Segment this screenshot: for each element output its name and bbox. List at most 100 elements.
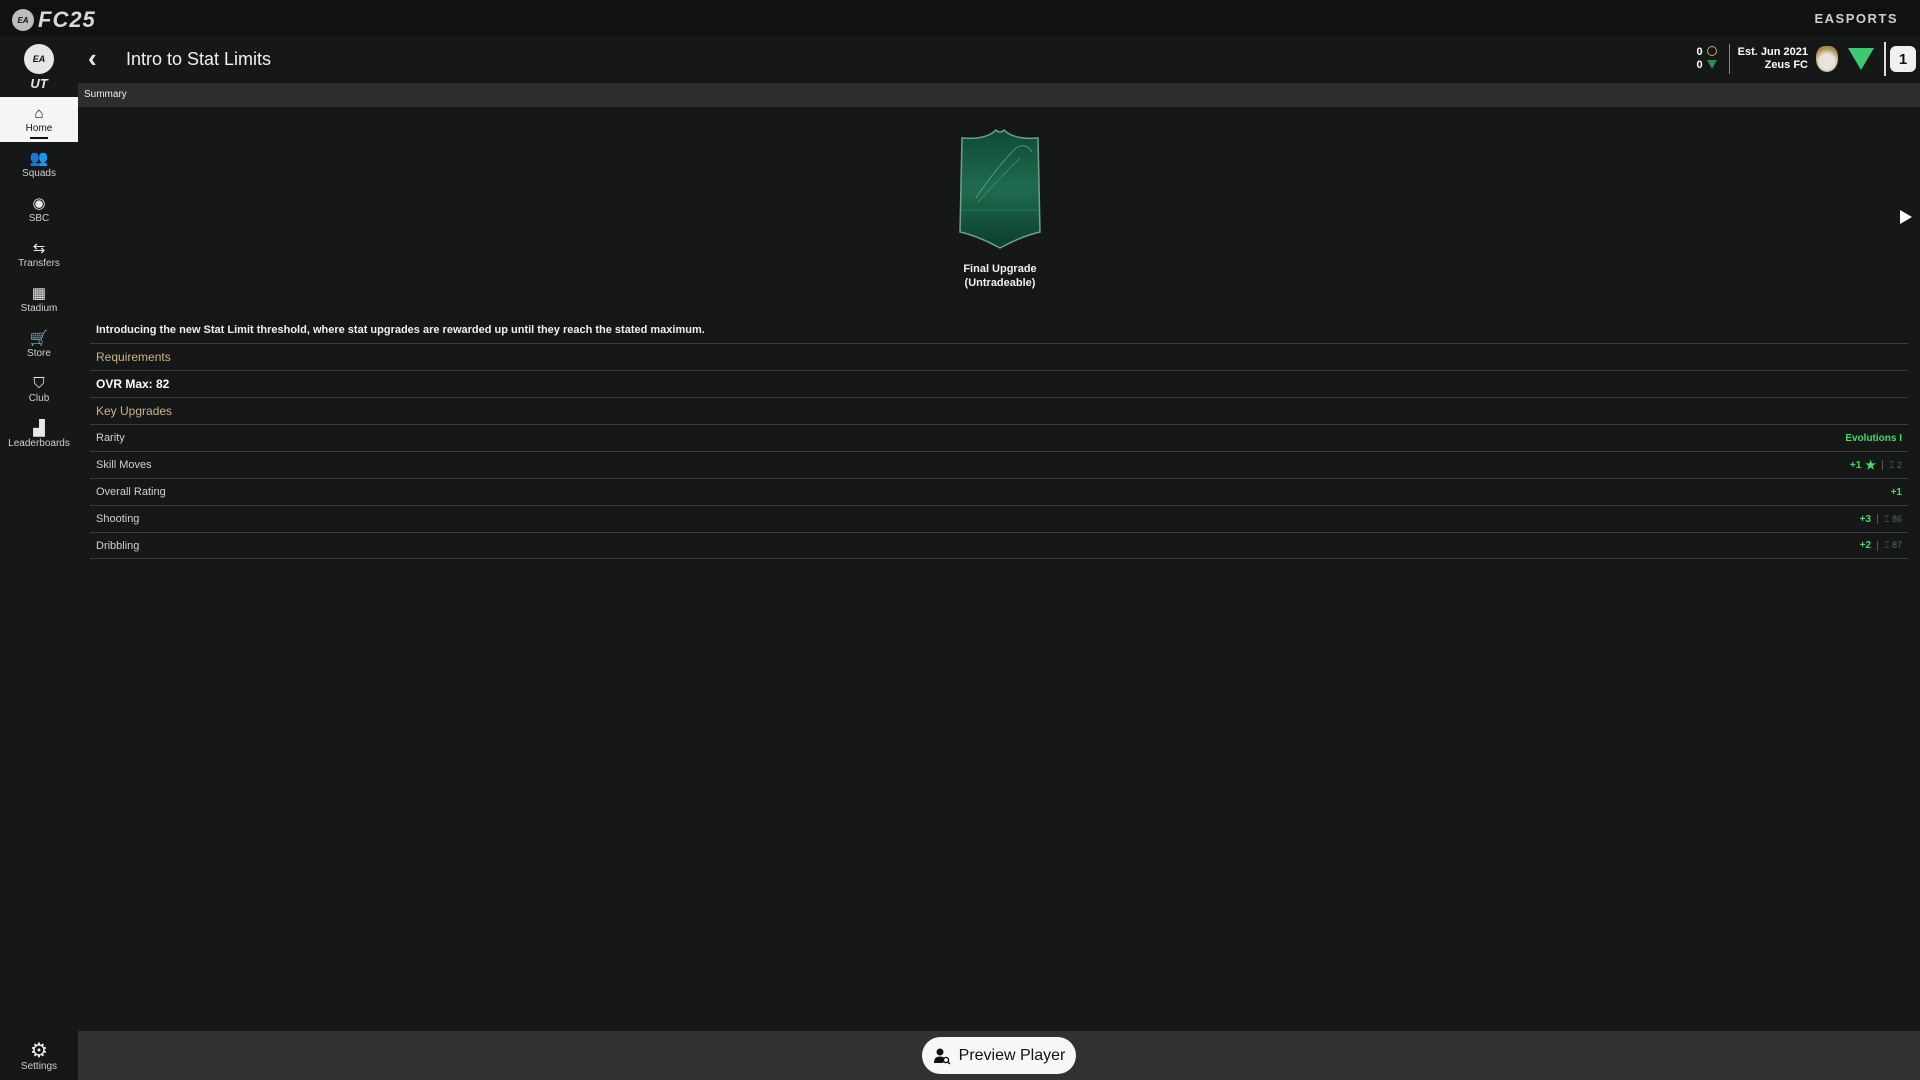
club-crest-icon: [1816, 46, 1838, 72]
reward-tradeability: (Untradeable): [964, 277, 1036, 289]
requirements-heading: Requirements: [96, 350, 171, 364]
tab-summary[interactable]: Summary: [84, 89, 127, 100]
points-row: 0: [1697, 59, 1717, 72]
sidebar-item-label: Transfers: [18, 257, 60, 269]
sidebar-item-stadium[interactable]: ▦ Stadium: [0, 277, 78, 322]
club-info: Est. Jun 2021 Zeus FC: [1738, 46, 1808, 72]
back-button[interactable]: ‹: [88, 45, 97, 71]
coin-icon: [1706, 46, 1717, 56]
key-upgrades-heading: Key Upgrades: [96, 404, 173, 418]
upgrade-label: Shooting: [96, 513, 140, 525]
upgrade-label: Rarity: [96, 432, 125, 444]
next-reward-arrow-icon[interactable]: [1900, 210, 1912, 224]
fc25-logo: EA FC25: [12, 7, 96, 33]
transfers-icon: ⇆: [32, 239, 46, 257]
sidebar-item-club[interactable]: ⛉ Club: [0, 367, 78, 412]
limit-value: 87: [1891, 540, 1902, 550]
upgrade-row-dribbling: Dribbling +2 ⌶ 87: [90, 532, 1908, 559]
upgrade-value: +1 ★ ⌶ 2: [1850, 458, 1902, 472]
upgrade-row-shooting: Shooting +3 ⌶ 86: [90, 505, 1908, 532]
header-status: 0 0 Est. Jun 2021 Zeus FC 1: [1697, 41, 1920, 77]
sidebar-item-label: Stadium: [20, 302, 58, 314]
points-value: 0: [1696, 59, 1703, 71]
sidebar-item-settings[interactable]: ⚙ Settings: [0, 1041, 78, 1072]
cart-icon: 🛒: [29, 329, 49, 347]
sidebar-nav: ⌂ Home 👥 Squads ◉ SBC ⇆ Transfers ▦ Stad…: [0, 97, 78, 457]
star-icon: ★: [1865, 458, 1877, 472]
tab-strip: Summary: [78, 83, 1920, 107]
upgrade-value: +3 ⌶ 86: [1860, 514, 1902, 525]
stat-limit: ⌶ 86: [1884, 514, 1902, 525]
upgrade-amount: +1: [1890, 486, 1902, 498]
stat-limit: ⌶ 87: [1884, 540, 1902, 551]
sidebar-item-label: Club: [28, 392, 50, 404]
requirement-row: OVR Max: 82: [90, 370, 1908, 397]
evolution-card-icon: [959, 128, 1041, 249]
reward-label: Final Upgrade (Untradeable): [963, 262, 1036, 290]
upgrade-row-overall-rating: Overall Rating +1: [90, 478, 1908, 505]
coins-row: 0: [1697, 46, 1717, 59]
evolution-details-list: Requirements OVR Max: 82 Key Upgrades Ra…: [90, 343, 1908, 559]
upgrade-label: Skill Moves: [96, 459, 152, 471]
top-brand-bar: EA FC25 EASPORTS: [0, 0, 1920, 35]
upgrade-value: Evolutions I: [1845, 433, 1902, 444]
divider: [1877, 540, 1879, 551]
reward-name: Final Upgrade: [963, 263, 1037, 275]
swap-player-icon[interactable]: 1: [1890, 46, 1916, 72]
preview-player-button[interactable]: Preview Player: [922, 1037, 1076, 1074]
points-icon: [1706, 60, 1717, 69]
upgrade-amount: Evolutions I: [1845, 432, 1902, 444]
requirements-heading-row: Requirements: [90, 343, 1908, 370]
home-icon: ⌂: [34, 104, 44, 122]
ut-logo: EA UT: [22, 44, 56, 91]
sidebar-item-label: Squads: [22, 167, 56, 179]
divider: [1882, 460, 1884, 470]
limit-icon: ⌶: [1889, 459, 1895, 470]
sidebar-item-label: Leaderboards: [8, 437, 70, 449]
bottom-action-bar: Preview Player: [78, 1031, 1920, 1080]
limit-value: 2: [1896, 459, 1902, 470]
reward-item[interactable]: Final Upgrade (Untradeable): [940, 128, 1060, 290]
limit-icon: ⌶: [1884, 513, 1890, 524]
divider: [1877, 514, 1879, 524]
player-search-icon: [933, 1048, 951, 1064]
sidebar-item-label: Store: [27, 347, 51, 359]
ut-logo-text: UT: [30, 76, 48, 91]
requirement-ovr-max: OVR Max: 82: [96, 377, 170, 391]
upgrade-row-skill-moves: Skill Moves +1 ★ ⌶ 2: [90, 451, 1908, 478]
stat-limit: ⌶ 2: [1889, 460, 1902, 471]
sidebar-item-transfers[interactable]: ⇆ Transfers: [0, 232, 78, 277]
club-name: Zeus FC: [1764, 59, 1808, 71]
sbc-icon: ◉: [32, 194, 46, 212]
upgrade-amount: +1: [1849, 459, 1862, 471]
sidebar-item-label: Home: [25, 122, 53, 134]
page-header: ‹ Intro to Stat Limits 0 0 Est. Jun 2021…: [78, 35, 1920, 83]
ea-sports-logo: EASPORTS: [1814, 11, 1898, 26]
coins-value: 0: [1696, 46, 1703, 58]
upgrade-value: +2 ⌶ 87: [1860, 540, 1902, 551]
page-title: Intro to Stat Limits: [126, 49, 272, 69]
club-established: Est. Jun 2021: [1737, 46, 1808, 58]
leaderboards-icon: ▟: [33, 419, 45, 437]
stadium-icon: ▦: [31, 284, 47, 302]
key-upgrades-heading-row: Key Upgrades: [90, 397, 1908, 424]
sidebar: EA UT ⌂ Home 👥 Squads ◉ SBC ⇆ Transfers …: [0, 35, 78, 1080]
sidebar-item-label: SBC: [28, 212, 50, 224]
currency-display: 0 0: [1697, 46, 1717, 72]
club-icon: ⛉: [33, 374, 45, 392]
sidebar-item-leaderboards[interactable]: ▟ Leaderboards: [0, 412, 78, 457]
upgrade-value: +1: [1891, 487, 1902, 498]
sidebar-item-squads[interactable]: 👥 Squads: [0, 142, 78, 187]
club-kit-icon: [1848, 48, 1874, 70]
ea-logo-icon: EA: [12, 9, 34, 31]
evolution-description: Introducing the new Stat Limit threshold…: [96, 324, 705, 336]
limit-icon: ⌶: [1884, 540, 1890, 550]
ea-logo-icon: EA: [24, 44, 54, 74]
sidebar-item-home[interactable]: ⌂ Home: [0, 97, 78, 142]
upgrade-amount: +3: [1859, 513, 1872, 525]
sidebar-item-store[interactable]: 🛒 Store: [0, 322, 78, 367]
upgrade-label: Overall Rating: [96, 486, 166, 498]
fc-logo-text: FC25: [38, 7, 96, 32]
sidebar-item-sbc[interactable]: ◉ SBC: [0, 187, 78, 232]
sidebar-item-label: Settings: [20, 1061, 58, 1072]
